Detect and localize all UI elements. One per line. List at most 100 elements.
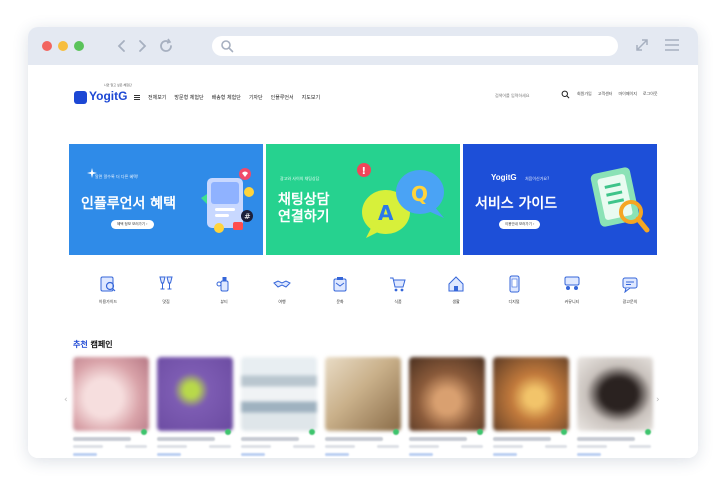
campaign-thumbnail bbox=[157, 357, 233, 431]
category-label: 광고문의 bbox=[622, 299, 638, 304]
svg-text:#: # bbox=[244, 212, 251, 221]
banner-influencer-benefits[interactable]: 알면 알수록 더 다른 혜택! 인플루언서 혜택 혜택 정보 보러가기 › # bbox=[69, 144, 263, 255]
banner-subtitle: 알면 알수록 더 다른 혜택! bbox=[95, 174, 139, 179]
status-badge bbox=[393, 429, 399, 435]
campaign-meta bbox=[377, 445, 399, 448]
campaign-meta bbox=[73, 445, 103, 448]
category-living[interactable]: 생활 bbox=[436, 275, 476, 315]
banner-subtitle: 광고와 사이의 채팅상담 bbox=[280, 176, 320, 181]
util-logout[interactable]: 로그아웃 bbox=[643, 91, 658, 97]
banner-chat-consult[interactable]: 광고와 사이의 채팅상담 채팅상담 연결하기 ! A Q bbox=[266, 144, 460, 255]
close-window-button[interactable] bbox=[42, 41, 52, 51]
address-bar[interactable] bbox=[212, 36, 618, 56]
nav-reporters[interactable]: 기자단 bbox=[249, 94, 263, 101]
campaign-title bbox=[241, 437, 299, 441]
campaign-carousel bbox=[73, 357, 663, 458]
status-badge bbox=[225, 429, 231, 435]
nav-delivery-review[interactable]: 배송형 체험단 bbox=[212, 94, 241, 101]
campaign-title bbox=[157, 437, 215, 441]
campaign-card[interactable] bbox=[493, 357, 569, 458]
category-ad-inquiry[interactable]: 광고문의 bbox=[610, 275, 650, 315]
nav-all[interactable]: 전체보기 bbox=[148, 94, 166, 101]
clipboard-magnifier-illustration bbox=[590, 167, 650, 233]
campaign-tags bbox=[325, 453, 349, 456]
back-icon[interactable] bbox=[114, 37, 130, 55]
section-title-highlight: 추천 bbox=[73, 340, 88, 349]
site-search-input[interactable] bbox=[495, 90, 555, 100]
category-guide[interactable]: 이용가이드 bbox=[88, 275, 128, 315]
category-culture[interactable]: 문화 bbox=[320, 275, 360, 315]
cart-icon bbox=[390, 277, 406, 292]
nav-influencer[interactable]: 인플루언서 bbox=[271, 94, 294, 101]
util-support[interactable]: 고객센터 bbox=[598, 91, 613, 97]
stage: 나만 알고 싶은 체험단 YogitG 전체보기 방문형 체험단 배송형 체험단… bbox=[0, 0, 724, 484]
status-badge bbox=[141, 429, 147, 435]
util-mypage[interactable]: 마이페이지 bbox=[618, 91, 636, 97]
maximize-window-button[interactable] bbox=[74, 41, 84, 51]
campaign-tags bbox=[409, 453, 433, 456]
category-travel[interactable]: 여행 bbox=[262, 275, 302, 315]
campaign-card[interactable] bbox=[73, 357, 149, 458]
campaign-card[interactable] bbox=[577, 357, 653, 458]
category-label: 커뮤니티 bbox=[564, 299, 580, 304]
nav-visit-review[interactable]: 방문형 체험단 bbox=[174, 94, 203, 101]
banner-title: 인플루언서 혜택 bbox=[81, 196, 177, 212]
campaign-title bbox=[73, 437, 131, 441]
status-badge bbox=[477, 429, 483, 435]
status-badge bbox=[561, 429, 567, 435]
forward-icon[interactable] bbox=[134, 37, 150, 55]
ad-inquiry-icon bbox=[622, 277, 638, 293]
banner-title: 서비스 가이드 bbox=[475, 196, 558, 212]
category-label: 여행 bbox=[278, 299, 286, 304]
campaign-thumbnail bbox=[577, 357, 653, 431]
campaign-title bbox=[577, 437, 635, 441]
cheers-icon bbox=[159, 276, 173, 290]
campaign-card[interactable] bbox=[409, 357, 485, 458]
category-digital[interactable]: 디지털 bbox=[494, 275, 534, 315]
reload-icon[interactable] bbox=[158, 37, 174, 55]
campaign-card[interactable] bbox=[325, 357, 401, 458]
logo-tagline: 나만 알고 싶은 체험단 bbox=[104, 83, 132, 87]
campaign-thumbnail bbox=[493, 357, 569, 431]
banner-subtitle: 처음이신가요? bbox=[525, 176, 550, 181]
nav-map[interactable]: 지도보기 bbox=[302, 94, 320, 101]
campaign-card[interactable] bbox=[241, 357, 317, 458]
banner-cta-button[interactable]: 혜택 정보 보러가기 › bbox=[111, 220, 154, 229]
campaign-meta bbox=[241, 445, 271, 448]
status-badge bbox=[309, 429, 315, 435]
svg-text:A: A bbox=[378, 201, 394, 225]
qa-bubbles-illustration: ! A Q bbox=[357, 163, 444, 238]
search-icon[interactable] bbox=[561, 90, 570, 99]
category-community[interactable]: 커뮤니티 bbox=[552, 275, 592, 315]
svg-text:Q: Q bbox=[411, 182, 428, 206]
minimize-window-button[interactable] bbox=[58, 41, 68, 51]
section-title-rest: 캠페인 bbox=[90, 340, 113, 349]
util-signup[interactable]: 회원가입 bbox=[577, 91, 592, 97]
logo-mark-icon bbox=[74, 91, 87, 104]
home-icon bbox=[448, 276, 464, 292]
banner-title: 채팅상담 연결하기 bbox=[278, 192, 330, 225]
campaign-tags bbox=[157, 453, 181, 456]
logo-wordmark: YogitG bbox=[89, 89, 128, 103]
category-grocery[interactable]: 식품 bbox=[378, 275, 418, 315]
banner-service-guide[interactable]: YogitG 처음이신가요? 서비스 가이드 이용안내 보러가기 › bbox=[463, 144, 657, 255]
campaign-title bbox=[493, 437, 551, 441]
menu-icon[interactable] bbox=[664, 38, 680, 52]
campaign-meta bbox=[125, 445, 147, 448]
phone-profile-illustration: # bbox=[201, 168, 254, 233]
campaign-title bbox=[409, 437, 467, 441]
banner-cta-button[interactable]: 이용안내 보러가기 › bbox=[499, 220, 541, 229]
guide-icon bbox=[100, 276, 116, 292]
hamburger-icon[interactable] bbox=[134, 94, 140, 100]
campaign-card[interactable] bbox=[157, 357, 233, 458]
expand-icon[interactable] bbox=[634, 37, 650, 53]
campaign-tags bbox=[73, 453, 97, 456]
campaign-thumbnail bbox=[73, 357, 149, 431]
category-food[interactable]: 맛집 bbox=[146, 275, 186, 315]
status-badge bbox=[645, 429, 651, 435]
category-beauty[interactable]: 뷰티 bbox=[204, 275, 244, 315]
carousel-prev-icon[interactable]: ‹ bbox=[64, 395, 68, 405]
web-page: 나만 알고 싶은 체험단 YogitG 전체보기 방문형 체험단 배송형 체험단… bbox=[28, 65, 698, 458]
campaign-meta bbox=[409, 445, 439, 448]
campaign-tags bbox=[577, 453, 601, 456]
